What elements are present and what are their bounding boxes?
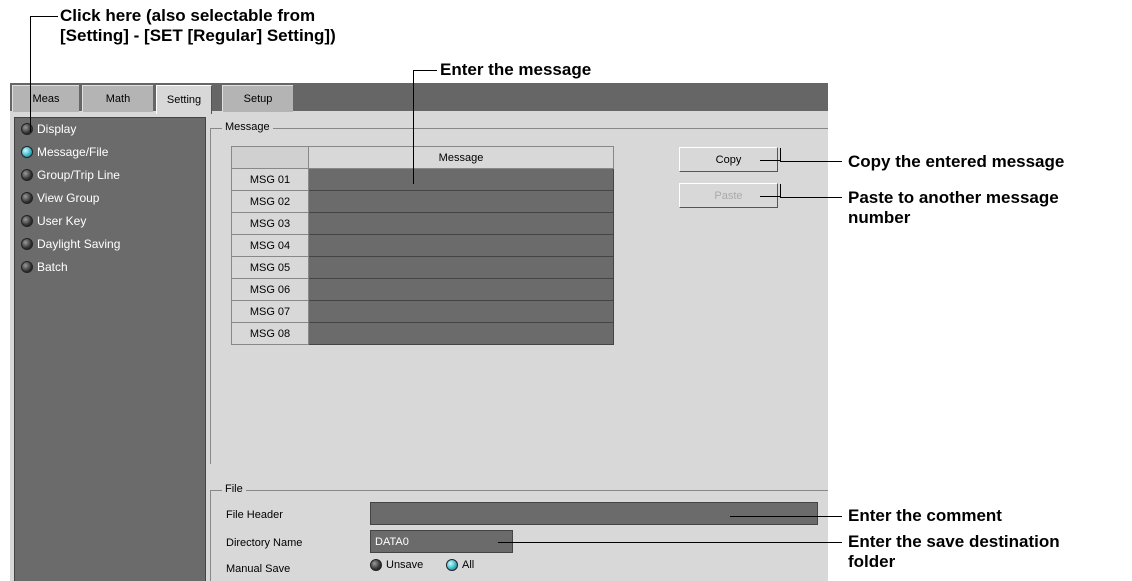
sidebar-item-group-trip-line[interactable]: Group/Trip Line — [21, 165, 120, 185]
radio-label: Unsave — [386, 559, 424, 571]
leader-line-enter-message — [413, 70, 437, 71]
sidebar-item-label: View Group — [37, 191, 100, 205]
tab-math-label: Math — [105, 93, 131, 105]
sidebar-item-message-file[interactable]: Message/File — [21, 142, 108, 162]
directory-name-field[interactable]: DATA0 — [370, 530, 513, 553]
callout-click-here-line1: Click here (also selectable from — [60, 6, 316, 25]
tab-setup-label: Setup — [243, 93, 273, 105]
leader-line-enter-message-v — [413, 70, 414, 184]
sidebar-item-label: Message/File — [37, 145, 109, 159]
tab-meas[interactable]: Meas — [12, 85, 79, 112]
radio-on-icon — [446, 559, 458, 571]
message-group-title: Message — [222, 121, 273, 133]
tab-setting-label: Setting — [166, 94, 202, 106]
tab-math[interactable]: Math — [82, 85, 153, 112]
tab-meas-label: Meas — [32, 93, 60, 105]
table-row: MSG 06 — [231, 278, 614, 301]
callout-paste-line1: Paste to another message — [848, 188, 1059, 207]
sidebar-item-daylight-saving[interactable]: Daylight Saving — [21, 234, 120, 254]
table-row: MSG 05 — [231, 256, 614, 279]
row-label: MSG 07 — [231, 300, 309, 323]
message-input[interactable] — [308, 212, 614, 235]
message-input[interactable] — [308, 234, 614, 257]
row-label: MSG 03 — [231, 212, 309, 235]
manual-save-unsave-radio[interactable]: Unsave — [370, 559, 423, 571]
tab-setting[interactable]: Setting — [156, 85, 212, 114]
message-input[interactable] — [308, 322, 614, 345]
row-label: MSG 02 — [231, 190, 309, 213]
led-off-icon — [21, 215, 33, 227]
directory-name-label: Directory Name — [226, 537, 303, 549]
row-label: MSG 04 — [231, 234, 309, 257]
callout-save-dest-line2: folder — [848, 552, 896, 571]
leader-line-paste-v — [780, 184, 781, 197]
callout-click-here-line2: [Setting] - [SET [Regular] Setting]) — [60, 26, 336, 45]
led-off-icon — [21, 261, 33, 273]
settings-window: Meas Math Setting Setup Display Message/… — [10, 83, 828, 581]
leader-line-click-here — [30, 16, 58, 17]
row-label: MSG 01 — [231, 168, 309, 191]
leader-line-copy-h — [780, 161, 842, 162]
leader-line-click-here-v — [30, 16, 31, 132]
callout-enter-message: Enter the message — [440, 60, 592, 79]
row-label: MSG 05 — [231, 256, 309, 279]
file-header-field[interactable] — [370, 502, 818, 525]
led-off-icon — [21, 123, 33, 135]
led-off-icon — [21, 192, 33, 204]
callout-save-dest-line1: Enter the save destination — [848, 532, 1060, 551]
row-label: MSG 06 — [231, 278, 309, 301]
table-row: MSG 08 — [231, 322, 614, 345]
row-label: MSG 08 — [231, 322, 309, 345]
leader-line-copy-v — [780, 148, 781, 161]
sidebar-item-label: Group/Trip Line — [37, 168, 120, 182]
message-table: Message MSG 01 MSG 02 MSG 03 MSG 04 MSG … — [231, 146, 614, 345]
sidebar-item-label: User Key — [37, 214, 87, 228]
message-input[interactable] — [308, 256, 614, 279]
message-input[interactable] — [308, 300, 614, 323]
callout-paste-line2: number — [848, 208, 911, 227]
message-input[interactable] — [308, 190, 614, 213]
message-input[interactable] — [308, 168, 614, 191]
tab-bar: Meas Math Setting Setup — [10, 83, 828, 114]
leader-line-copy — [760, 160, 780, 161]
table-row: MSG 02 — [231, 190, 614, 213]
sidebar-item-label: Display — [37, 122, 77, 136]
callout-click-here: Click here (also selectable from [Settin… — [60, 6, 336, 46]
sidebar-item-label: Daylight Saving — [37, 237, 121, 251]
sidebar-item-user-key[interactable]: User Key — [21, 211, 86, 231]
leader-line-paste-h — [780, 197, 842, 198]
tab-setup[interactable]: Setup — [222, 85, 293, 112]
table-row: MSG 01 — [231, 168, 614, 191]
table-row: MSG 04 — [231, 234, 614, 257]
table-row: MSG 03 — [231, 212, 614, 235]
leader-line-paste — [760, 196, 780, 197]
table-row: MSG 07 — [231, 300, 614, 323]
sidebar-item-batch[interactable]: Batch — [21, 257, 68, 277]
manual-save-all-radio[interactable]: All — [446, 559, 474, 571]
callout-copy: Copy the entered message — [848, 152, 1065, 171]
sidebar-item-view-group[interactable]: View Group — [21, 188, 99, 208]
radio-off-icon — [370, 559, 382, 571]
radio-label: All — [462, 559, 475, 571]
message-input[interactable] — [308, 278, 614, 301]
file-header-label: File Header — [226, 509, 283, 521]
led-on-icon — [21, 146, 33, 158]
callout-paste: Paste to another message number — [848, 188, 1059, 228]
leader-line-save-dest — [498, 542, 842, 543]
manual-save-label: Manual Save — [226, 563, 291, 575]
sidebar: Display Message/File Group/Trip Line Vie… — [14, 117, 206, 581]
led-off-icon — [21, 169, 33, 181]
file-group-title: File — [222, 483, 246, 495]
leader-line-comment — [730, 516, 842, 517]
led-off-icon — [21, 238, 33, 250]
callout-enter-comment: Enter the comment — [848, 506, 1002, 525]
table-corner — [231, 146, 309, 169]
message-column-header: Message — [308, 146, 614, 169]
callout-save-dest: Enter the save destination folder — [848, 532, 1060, 572]
sidebar-item-label: Batch — [37, 260, 68, 274]
